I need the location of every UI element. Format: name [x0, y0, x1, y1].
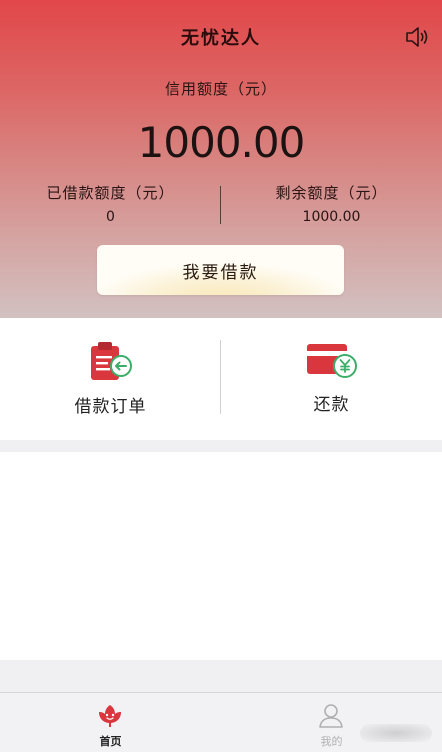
repayment-button[interactable]: 还款 — [221, 318, 442, 440]
remaining-amount-value: 1000.00 — [302, 209, 361, 225]
speaker-icon[interactable] — [404, 24, 430, 50]
credit-limit-label: 信用额度（元） — [164, 80, 277, 98]
remaining-amount-label: 剩余额度（元） — [275, 184, 388, 202]
loan-orders-label: 借款订单 — [74, 397, 147, 417]
person-icon — [319, 704, 343, 728]
content-panel — [0, 452, 442, 660]
flower-home-icon — [99, 705, 121, 727]
borrow-button[interactable]: 我要借款 — [97, 245, 344, 295]
loan-orders-button[interactable]: 借款订单 — [0, 318, 221, 440]
clipboard-order-icon — [91, 342, 132, 380]
app-title: 无忧达人 — [181, 28, 261, 49]
credit-limit-amount: 1000.00 — [137, 118, 306, 167]
remaining-amount-stat: 剩余额度（元） 1000.00 — [221, 182, 442, 225]
repayment-label: 还款 — [313, 395, 350, 415]
credit-header: 无忧达人 信用额度（元） 1000.00 已借款额度（元） 0 剩余额度（元） … — [0, 0, 442, 318]
blurred-overlay — [360, 724, 432, 742]
card-yuan-icon — [307, 344, 357, 378]
bottom-tab-bar: 首页 我的 — [0, 692, 442, 752]
borrowed-amount-value: 0 — [106, 209, 115, 225]
tab-home[interactable]: 首页 — [0, 693, 221, 752]
actions-divider — [220, 340, 221, 414]
tab-mine[interactable]: 我的 — [221, 693, 442, 752]
borrowed-amount-label: 已借款额度（元） — [46, 184, 175, 202]
quick-actions: 借款订单 还款 — [0, 318, 442, 440]
tab-home-label: 首页 — [99, 735, 122, 748]
borrowed-amount-stat: 已借款额度（元） 0 — [0, 182, 221, 225]
